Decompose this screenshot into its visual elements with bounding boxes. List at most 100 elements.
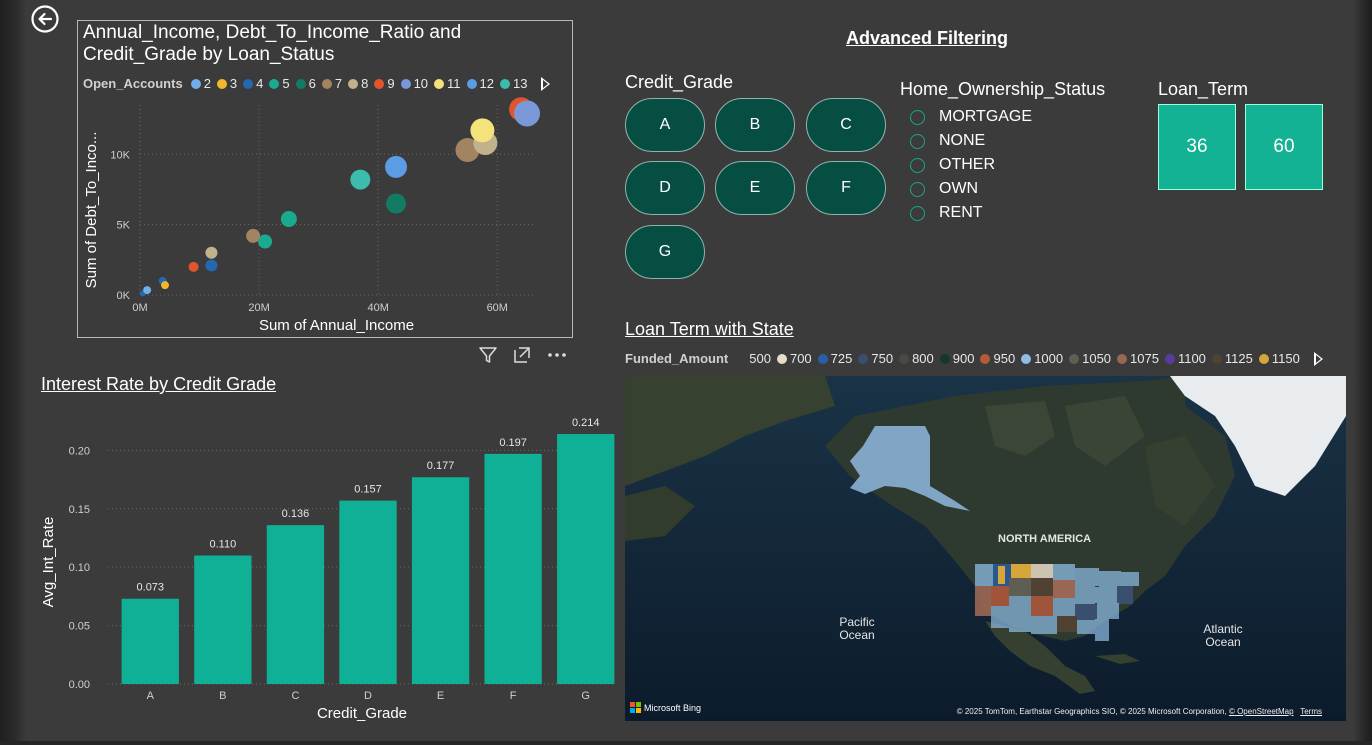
scatter-legend-dot <box>321 78 332 89</box>
scatter-legend-item[interactable]: 11 <box>434 76 461 91</box>
home-ownership-option-own[interactable]: OWN <box>910 180 978 198</box>
credit-grade-option-G[interactable]: G <box>625 225 705 279</box>
loan-term-option-60[interactable]: 60 <box>1245 104 1323 190</box>
map-legend-text: 1000 <box>1034 351 1064 366</box>
credit-grade-option-F[interactable]: F <box>806 161 886 215</box>
bar-x-tick: C <box>291 690 299 702</box>
scatter-point[interactable] <box>258 234 273 249</box>
scatter-x-axis-label: Sum of Annual_Income <box>259 317 414 334</box>
credit-grade-option-B[interactable]: B <box>715 98 795 152</box>
legend-next-arrow-icon[interactable] <box>541 76 551 91</box>
map-legend-item[interactable]: 725 <box>817 351 853 366</box>
scatter-legend-item[interactable]: 8 <box>348 76 368 91</box>
bar-y-tick: 0.10 <box>69 562 90 574</box>
bar-value-label: 0.157 <box>354 484 382 496</box>
map-legend-item[interactable]: 1125 <box>1211 351 1253 366</box>
legend-next-arrow-icon[interactable] <box>1313 351 1323 366</box>
home-ownership-option-none[interactable]: NONE <box>910 132 985 150</box>
map-legend-item[interactable]: 1050 <box>1069 351 1111 366</box>
scatter-point[interactable] <box>205 246 218 259</box>
scatter-point[interactable] <box>386 193 407 214</box>
scatter-legend-text: 7 <box>334 76 343 91</box>
radio-circle-icon <box>910 109 925 125</box>
bar-value-label: 0.177 <box>427 460 455 472</box>
radio-circle-icon <box>910 205 925 221</box>
map-legend-item[interactable]: 900 <box>939 351 974 366</box>
scatter-legend-item[interactable]: 7 <box>321 76 343 91</box>
scatter-legend-item[interactable]: 10 <box>400 76 428 91</box>
scatter-legend-item[interactable]: 9 <box>374 76 395 91</box>
scatter-point[interactable] <box>143 286 152 295</box>
window-frame-left <box>0 0 26 745</box>
home-ownership-option-label: RENT <box>939 204 983 221</box>
back-button[interactable] <box>31 5 59 33</box>
scatter-y-tick: 0K <box>117 290 131 302</box>
home-ownership-option-mortgage[interactable]: MORTGAGE <box>910 108 1032 126</box>
scatter-legend-item[interactable]: 12 <box>466 76 494 91</box>
bar-B[interactable] <box>194 555 252 684</box>
map-legend-dot <box>1211 353 1222 364</box>
scatter-legend-item[interactable]: 13 <box>500 76 527 91</box>
map-title: Loan Term with State <box>625 319 794 339</box>
map-visual[interactable]: NORTH AMERICA Pacific Ocean Atlantic Oce… <box>625 376 1346 721</box>
scatter-point[interactable] <box>514 100 541 127</box>
map-legend-item[interactable]: 750 <box>858 351 893 366</box>
home-ownership-option-rent[interactable]: RENT <box>910 204 983 222</box>
map-legend-item[interactable]: 1150 <box>1258 351 1300 366</box>
credit-grade-option-D[interactable]: D <box>625 161 705 215</box>
scatter-point[interactable] <box>205 259 218 272</box>
scatter-point[interactable] <box>470 118 495 143</box>
more-options-icon[interactable] <box>546 345 566 365</box>
bar-x-tick: B <box>219 690 226 702</box>
bar-F[interactable] <box>484 453 542 684</box>
terms-link[interactable]: Terms <box>1300 707 1322 716</box>
bar-G[interactable] <box>557 434 615 684</box>
bar-value-label: 0.110 <box>209 539 236 551</box>
map-legend-item[interactable]: 1075 <box>1117 351 1159 366</box>
scatter-point[interactable] <box>161 281 170 290</box>
focus-mode-icon[interactable] <box>512 345 532 365</box>
home-ownership-option-other[interactable]: OTHER <box>910 156 995 174</box>
map-legend-item[interactable]: 700 <box>776 351 812 366</box>
scatter-point[interactable] <box>280 211 297 227</box>
loan-term-option-36[interactable]: 36 <box>1158 104 1236 190</box>
map-legend-item[interactable]: 950 <box>980 351 1015 366</box>
scatter-legend-item[interactable]: 5 <box>269 76 290 91</box>
map-legend-text: 725 <box>830 351 853 366</box>
bar-value-label: 0.073 <box>137 582 165 594</box>
bar-chart[interactable]: 0.00 0.05 0.10 0.15 0.20 0.073 A 0.110 B 0.136 C 0.… <box>28 400 618 725</box>
map-legend-dot <box>858 353 869 364</box>
map-credit: © 2025 TomTom, Earthstar Geographics SIO… <box>957 707 1322 716</box>
scatter-point[interactable] <box>350 169 371 190</box>
scatter-x-tick: 60M <box>487 302 508 314</box>
scatter-point[interactable] <box>188 261 199 272</box>
bar-C[interactable] <box>266 525 325 684</box>
map-legend-item[interactable]: 800 <box>899 351 934 366</box>
map-legend-text: 800 <box>912 351 934 366</box>
credit-grade-option-E[interactable]: E <box>715 161 795 215</box>
map-legend-dot <box>1117 353 1128 364</box>
bar-D[interactable] <box>339 500 397 684</box>
map-legend-text: 950 <box>993 351 1016 366</box>
radio-circle-icon <box>910 157 925 173</box>
bar-A[interactable] <box>121 598 179 684</box>
map-legend-item[interactable]: 1000 <box>1021 351 1063 366</box>
credit-grade-option-A[interactable]: A <box>625 98 705 152</box>
credit-grade-option-C[interactable]: C <box>806 98 886 152</box>
openstreetmap-link[interactable]: © OpenStreetMap <box>1229 707 1294 716</box>
map-legend-item[interactable]: 500 <box>736 351 771 366</box>
scatter-point[interactable] <box>246 228 261 243</box>
map-legend-item[interactable]: 1100 <box>1164 351 1206 366</box>
scatter-legend-dot <box>216 78 227 89</box>
advanced-filtering-title: Advanced Filtering <box>846 28 1009 48</box>
scatter-legend-item[interactable]: 2 <box>190 76 211 91</box>
scatter-legend-item[interactable]: 3 <box>216 76 237 91</box>
scatter-point[interactable] <box>385 155 408 178</box>
bar-y-tick: 0.15 <box>69 504 90 516</box>
map-legend-label: Funded_Amount <box>625 351 729 366</box>
scatter-legend-item[interactable]: 6 <box>295 76 316 91</box>
scatter-plot[interactable]: 0K 5K 10K 0M 20M 40M 60M Sum of Annual_Income Su… <box>78 95 572 337</box>
scatter-legend-item[interactable]: 4 <box>243 76 263 91</box>
bar-E[interactable] <box>411 477 470 684</box>
filter-icon[interactable] <box>478 345 498 365</box>
